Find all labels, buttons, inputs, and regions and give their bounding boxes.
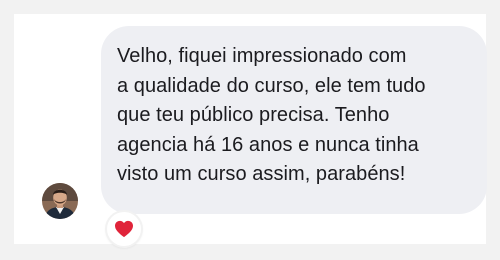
heart-icon bbox=[115, 220, 133, 238]
message-bubble[interactable]: Velho, fiquei impressionado com a qualid… bbox=[101, 26, 487, 214]
chat-panel: Velho, fiquei impressionado com a qualid… bbox=[14, 14, 487, 246]
sender-avatar-photo bbox=[42, 183, 78, 219]
sender-avatar[interactable] bbox=[42, 183, 78, 219]
reaction-badge[interactable] bbox=[107, 212, 141, 246]
message-text: Velho, fiquei impressionado com a qualid… bbox=[117, 45, 426, 186]
